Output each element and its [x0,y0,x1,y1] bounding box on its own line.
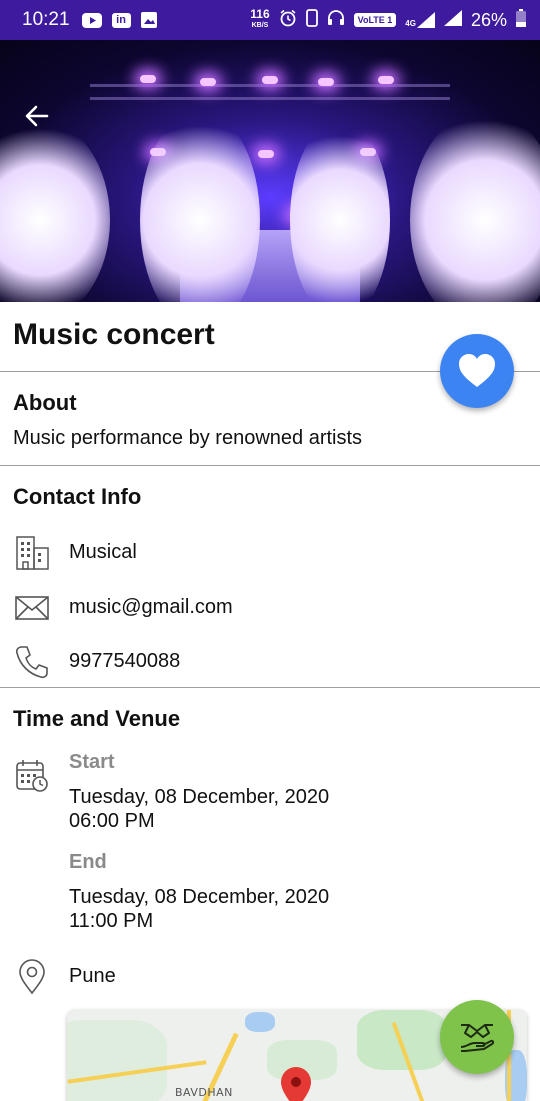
handshake-button[interactable] [440,1000,514,1074]
building-icon [14,535,50,571]
network-type: 4G [405,19,416,28]
about-heading: About [13,390,77,415]
about-description: Music performance by renowned artists [13,427,363,449]
status-bar: 10:21 in 116 KB/S VoLTE 1 4G 26% [0,0,540,40]
smoke-plume [290,120,390,302]
handshake-icon [460,1024,495,1052]
battery-icon [516,8,526,32]
time-venue-heading: Time and Venue [13,706,181,731]
gallery-icon [140,12,157,28]
youtube-icon [81,12,102,28]
stage-light [378,76,394,84]
network-speed-value: 116 [250,7,270,21]
smoke-plume [140,110,260,302]
arrow-left-icon [25,105,49,127]
end-date: Tuesday, 08 December, 2020 [69,886,330,908]
contact-heading: Contact Info [13,484,142,509]
contact-organizer: Musical [69,541,137,563]
alarm-icon [279,9,297,32]
event-cover-image [0,40,540,302]
vibrate-icon [305,8,318,32]
smoke-plume [410,110,540,302]
headphones-icon [327,9,345,32]
favorite-button[interactable] [440,334,514,408]
network-speed-unit: KB/S [251,22,269,29]
back-button[interactable] [20,102,54,132]
signal-icon [443,9,462,31]
stage-light [258,150,274,158]
linkedin-icon: in [111,12,131,28]
battery-level: 26% [470,9,507,30]
end-time: 11:00 PM [69,910,154,932]
stage-light [262,76,278,84]
start-label: Start [69,751,115,773]
contact-phone[interactable]: 9977540088 [69,650,180,673]
map-area-label: BAVDHAN [175,1086,233,1099]
network-speed: 116 KB/S [250,7,270,30]
location-pin-icon [14,959,50,995]
divider [0,687,540,688]
stage-light [140,75,156,83]
volte-badge: VoLTE 1 [353,13,397,27]
envelope-icon [14,590,50,626]
contact-email[interactable]: music@gmail.com [69,596,233,619]
signal-4g-icon: 4G [405,12,435,28]
map-water [245,1012,275,1032]
stage-truss [90,84,450,100]
status-time: 10:21 [22,9,70,30]
stage-light [200,78,216,86]
event-title: Music concert [13,318,215,351]
calendar-clock-icon [14,758,50,794]
smoke-plume [0,120,110,302]
map-park [67,1020,167,1101]
end-label: End [69,851,107,873]
stage-light [318,78,334,86]
start-date: Tuesday, 08 December, 2020 [69,786,330,808]
venue-location: Pune [69,965,116,987]
heart-icon [459,354,495,387]
start-time: 06:00 PM [69,810,155,832]
map-marker-icon [281,1067,311,1101]
phone-icon [14,644,50,680]
divider [0,465,540,466]
